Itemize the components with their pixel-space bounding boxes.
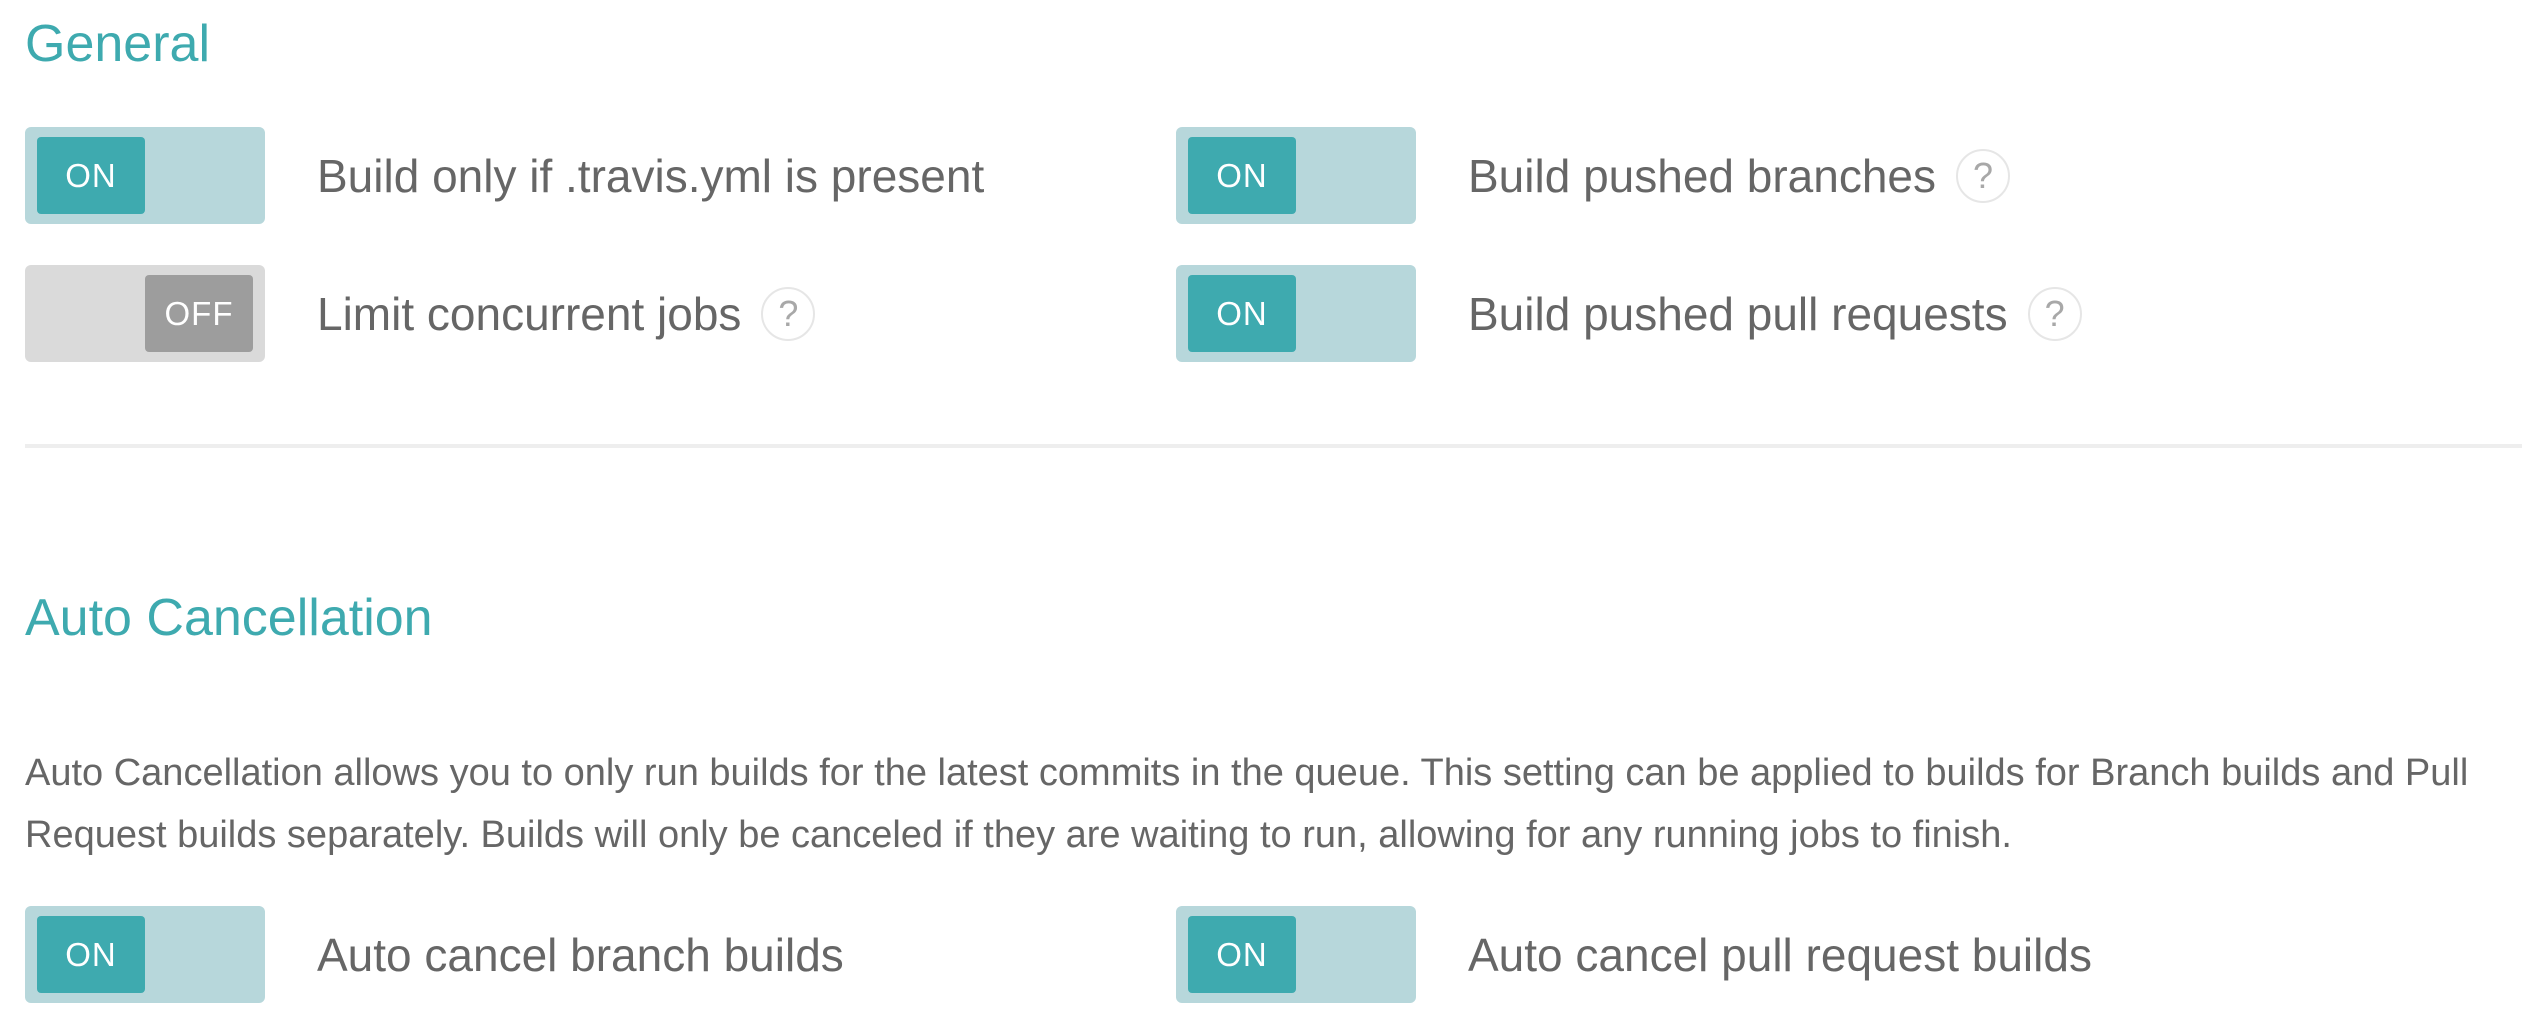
toggle-knob: ON	[1188, 137, 1296, 214]
setting-label: Build pushed pull requests	[1468, 287, 2008, 340]
toggle-knob: ON	[37, 137, 145, 214]
setting-label: Limit concurrent jobs	[317, 287, 742, 340]
setting-label: Auto cancel pull request builds	[1468, 928, 2092, 981]
question-circle-icon[interactable]: ?	[761, 286, 816, 341]
limit-concurrent-jobs-toggle[interactable]: OFF	[25, 265, 265, 362]
general-section-title: General	[25, 15, 210, 73]
toggle-knob: ON	[37, 916, 145, 993]
question-circle-icon[interactable]: ?	[2027, 286, 2082, 341]
auto-cancel-pull-request-builds-toggle[interactable]: ON	[1176, 906, 1416, 1003]
setting-label: Auto cancel branch builds	[317, 928, 844, 981]
setting-auto-cancel-branch-builds: ON Auto cancel branch builds	[25, 906, 844, 1003]
toggle-knob: ON	[1188, 916, 1296, 993]
auto-cancel-branch-builds-toggle[interactable]: ON	[25, 906, 265, 1003]
section-divider	[25, 444, 2522, 448]
setting-label: Build pushed branches	[1468, 149, 1936, 202]
auto-cancellation-description: Auto Cancellation allows you to only run…	[25, 752, 2469, 856]
setting-build-pushed-pull-requests: ON Build pushed pull requests ?	[1176, 265, 2082, 362]
setting-label: Build only if .travis.yml is present	[317, 149, 985, 202]
toggle-knob: ON	[1188, 275, 1296, 352]
question-circle-icon[interactable]: ?	[1956, 148, 2010, 203]
build-only-if-travis-yml-toggle[interactable]: ON	[25, 127, 265, 224]
setting-auto-cancel-pull-request-builds: ON Auto cancel pull request builds	[1176, 906, 2092, 1003]
setting-build-only-if-travis-yml: ON Build only if .travis.yml is present	[25, 127, 984, 224]
setting-build-pushed-branches: ON Build pushed branches ?	[1176, 127, 2010, 224]
auto-cancellation-section-title: Auto Cancellation	[25, 589, 433, 647]
build-pushed-branches-toggle[interactable]: ON	[1176, 127, 1416, 224]
setting-limit-concurrent-jobs: OFF Limit concurrent jobs ?	[25, 265, 816, 362]
toggle-knob: OFF	[145, 275, 253, 352]
build-pushed-pull-requests-toggle[interactable]: ON	[1176, 265, 1416, 362]
